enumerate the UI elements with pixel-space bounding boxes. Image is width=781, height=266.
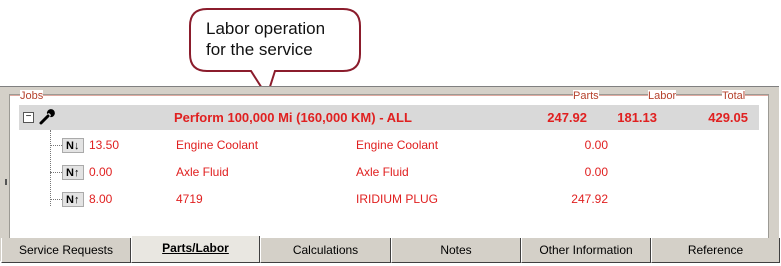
part-line-row[interactable]: N↑ 0.00 Axle Fluid Axle Fluid 0.00	[10, 161, 750, 183]
col-header-parts: Parts	[573, 90, 599, 102]
part-description: Engine Coolant	[356, 138, 439, 152]
part-description: Axle Fluid	[356, 165, 409, 179]
jobs-grid[interactable]: Jobs Parts Labor Total − Perform 100,000…	[9, 90, 769, 252]
callout-line-1: Labor operation	[206, 19, 326, 38]
callout-bubble: Labor operation for the service	[189, 8, 361, 99]
part-amount: 247.92	[571, 192, 608, 206]
part-qty: 8.00	[89, 192, 113, 206]
col-header-total: Total	[722, 90, 746, 102]
tab-parts-labor-label: Parts/Labor	[162, 241, 229, 255]
col-header-labor: Labor	[648, 90, 677, 102]
part-name: 4719	[176, 192, 203, 206]
parts-labor-panel: Jobs Parts Labor Total − Perform 100,000…	[0, 86, 779, 261]
part-line-row[interactable]: N↓ 13.50 Engine Coolant Engine Coolant 0…	[10, 134, 750, 156]
tab-other-information[interactable]: Other Information	[521, 238, 651, 263]
tab-reference[interactable]: Reference	[651, 238, 780, 263]
tab-parts-labor[interactable]: Parts/Labor	[131, 236, 260, 263]
tab-service-requests[interactable]: Service Requests	[1, 238, 131, 263]
job-row[interactable]: − Perform 100,000 Mi (160,000 KM) - ALL …	[19, 105, 759, 130]
part-description: IRIDIUM PLUG	[356, 192, 439, 206]
job-parts-total: 247.92	[547, 110, 587, 125]
tab-calculations[interactable]: Calculations	[260, 238, 391, 263]
splitter-handle[interactable]	[5, 179, 7, 185]
new-part-badge-icon: N↑	[62, 192, 84, 207]
col-header-jobs: Jobs	[20, 90, 44, 102]
job-labor-total: 181.13	[617, 110, 657, 125]
tab-notes[interactable]: Notes	[391, 238, 521, 263]
job-grand-total: 429.05	[708, 110, 748, 125]
new-part-badge-icon: N↓	[62, 138, 84, 153]
part-amount: 0.00	[584, 165, 608, 179]
job-title: Perform 100,000 Mi (160,000 KM) - ALL	[174, 110, 412, 125]
wrench-icon	[39, 109, 55, 125]
part-amount: 0.00	[584, 138, 608, 152]
part-qty: 13.50	[89, 138, 120, 152]
new-part-badge-icon: N↑	[62, 165, 84, 180]
part-qty: 0.00	[89, 165, 113, 179]
callout-text: Labor operation for the service	[206, 18, 325, 60]
part-line-row[interactable]: N↑ 8.00 4719 IRIDIUM PLUG 247.92	[10, 188, 750, 210]
part-name: Engine Coolant	[176, 138, 259, 152]
part-name: Axle Fluid	[176, 165, 229, 179]
callout-line-2: for the service	[206, 40, 313, 59]
collapse-toggle[interactable]: −	[23, 112, 34, 123]
